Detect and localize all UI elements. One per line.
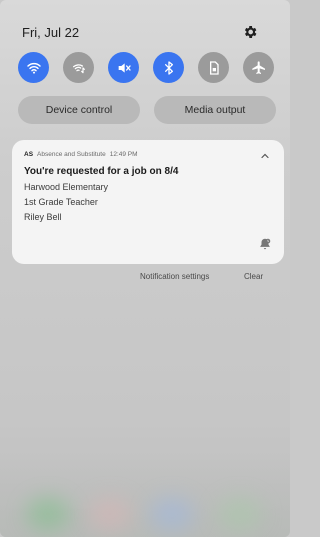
notification-time: 12:49 PM [109,151,138,158]
airplane-toggle[interactable] [243,52,274,83]
app-name: Absence and Substitute [37,151,106,158]
mobile-data-toggle[interactable] [63,52,94,83]
mute-icon [118,62,131,73]
date-label: Fri, Jul 22 [22,25,80,40]
notification-line-teacher: Riley Bell [24,212,62,222]
notification-footer: Notification settings Clear [0,272,290,286]
notification-title: You're requested for a job on 8/4 [24,166,179,177]
sim-card-icon [209,60,219,75]
sim-toggle[interactable] [198,52,229,83]
snooze-icon[interactable] [258,237,272,251]
notification-shade: Fri, Jul 22 Device control Media output … [0,0,290,537]
wifi-icon [26,62,41,74]
media-output-button[interactable]: Media output [154,96,276,124]
notification-line-position: 1st Grade Teacher [24,197,98,207]
sound-toggle[interactable] [108,52,139,83]
quick-settings-toggles [18,52,276,84]
blurred-home-dock [0,457,290,537]
chevron-up-icon[interactable] [260,148,270,159]
device-control-button[interactable]: Device control [18,96,140,124]
app-badge: AS [24,151,34,158]
notification-line-school: Harwood Elementary [24,182,109,192]
airplane-icon [251,60,265,74]
clear-button[interactable]: Clear [244,272,263,281]
gear-icon[interactable] [242,24,258,40]
notification-card[interactable]: AS Absence and Substitute 12:49 PM You're … [12,140,284,264]
mobile-data-icon [72,63,85,73]
wifi-toggle[interactable] [18,52,49,83]
notification-settings-link[interactable]: Notification settings [140,272,209,281]
quick-pills: Device control Media output [18,96,276,124]
bluetooth-toggle[interactable] [153,52,184,83]
notification-header: AS Absence and Substitute 12:49 PM [24,151,138,158]
bluetooth-icon [164,60,173,75]
shade-header: Fri, Jul 22 [22,24,272,44]
